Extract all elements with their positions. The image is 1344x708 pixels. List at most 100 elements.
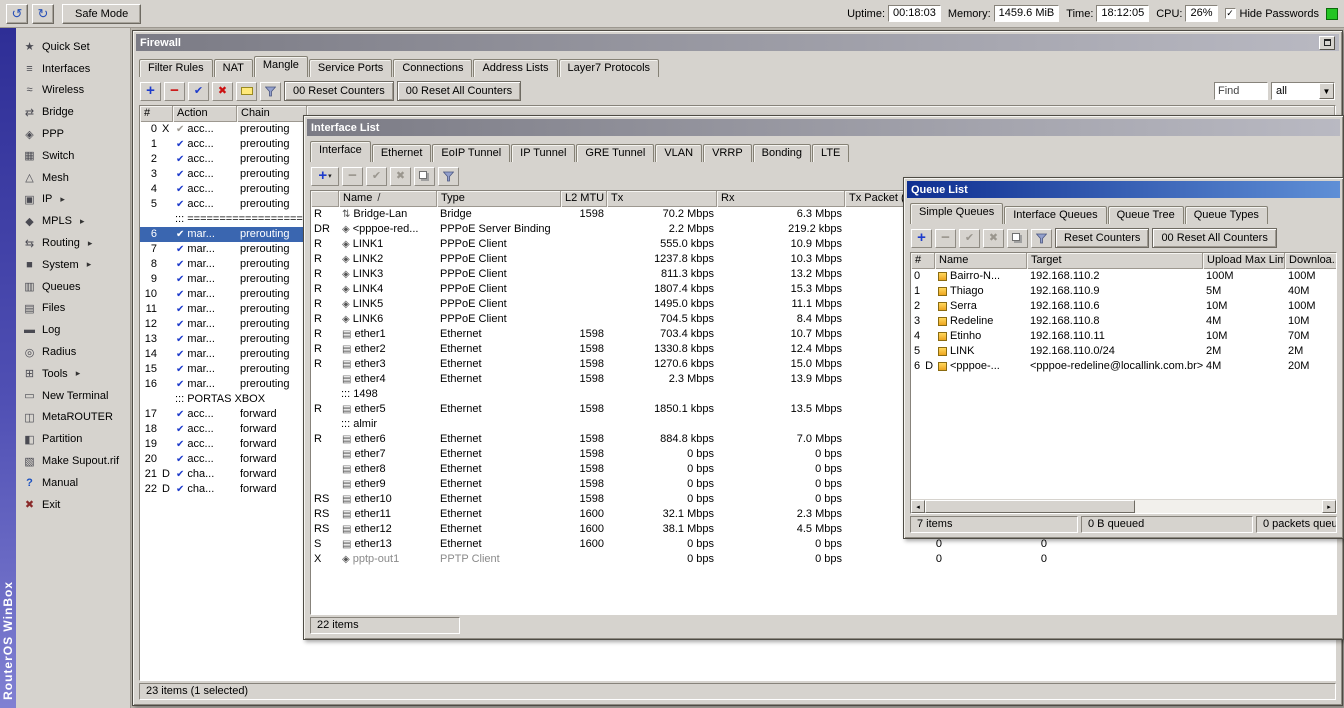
interface-tab-vlan[interactable]: VLAN bbox=[655, 144, 702, 162]
sidebar-item-ip[interactable]: ▣IP▸ bbox=[16, 189, 130, 211]
column-header-name[interactable]: Name bbox=[935, 253, 1027, 269]
sidebar-item-exit[interactable]: ✖Exit bbox=[16, 494, 130, 516]
undo-button[interactable]: ↺ bbox=[6, 4, 28, 24]
sidebar-item-log[interactable]: ▬Log bbox=[16, 319, 130, 341]
firewall-tab-service-ports[interactable]: Service Ports bbox=[309, 59, 392, 77]
sidebar-item-metarouter[interactable]: ◫MetaROUTER bbox=[16, 407, 130, 429]
interface-tab-lte[interactable]: LTE bbox=[812, 144, 849, 162]
sidebar-item-mesh[interactable]: △Mesh bbox=[16, 167, 130, 189]
queue-row[interactable]: 3Redeline192.168.110.84M10M bbox=[911, 314, 1336, 329]
sidebar-item-radius[interactable]: ◎Radius bbox=[16, 341, 130, 363]
disable-queue-button[interactable]: ✖ bbox=[983, 229, 1004, 248]
disable-interface-button[interactable]: ✖ bbox=[390, 167, 411, 186]
interface-tab-eoip-tunnel[interactable]: EoIP Tunnel bbox=[432, 144, 510, 162]
queue-reset-all-counters-button[interactable]: 00 Reset All Counters bbox=[1152, 228, 1276, 248]
interface-tab-gre-tunnel[interactable]: GRE Tunnel bbox=[576, 144, 654, 162]
firewall-tab-mangle[interactable]: Mangle bbox=[254, 56, 308, 77]
sidebar-item-new-terminal[interactable]: ▭New Terminal bbox=[16, 385, 130, 407]
sidebar-item-quick-set[interactable]: ★Quick Set bbox=[16, 36, 130, 58]
hide-passwords-checkbox[interactable]: ✓ Hide Passwords bbox=[1225, 8, 1319, 20]
queue-row[interactable]: 1Thiago192.168.110.95M40M bbox=[911, 284, 1336, 299]
comment-queue-button[interactable] bbox=[1007, 229, 1028, 248]
column-header-blank[interactable] bbox=[311, 191, 339, 207]
firewall-tab-address-lists[interactable]: Address Lists bbox=[473, 59, 557, 77]
sidebar-item-switch[interactable]: ▦Switch bbox=[16, 145, 130, 167]
interface-tab-ip-tunnel[interactable]: IP Tunnel bbox=[511, 144, 575, 162]
column-header-chain[interactable]: Chain bbox=[237, 106, 307, 122]
interface-list-titlebar[interactable]: Interface List bbox=[307, 119, 1340, 136]
comment-button[interactable] bbox=[236, 82, 257, 101]
filter-button[interactable] bbox=[260, 82, 281, 101]
add-rule-button[interactable]: + bbox=[140, 82, 161, 101]
queue-tab-queue-tree[interactable]: Queue Tree bbox=[1108, 206, 1184, 224]
filter-queues-button[interactable] bbox=[1031, 229, 1052, 248]
sidebar-item-partition[interactable]: ◧Partition bbox=[16, 428, 130, 450]
queue-reset-counters-button[interactable]: Reset Counters bbox=[1055, 228, 1149, 248]
remove-interface-button[interactable]: − bbox=[342, 167, 363, 186]
restore-button[interactable] bbox=[1319, 36, 1335, 50]
sidebar-item-ppp[interactable]: ◈PPP bbox=[16, 123, 130, 145]
comment-interface-button[interactable] bbox=[414, 167, 435, 186]
column-header-type[interactable]: Type bbox=[437, 191, 561, 207]
sidebar-item-manual[interactable]: ?Manual bbox=[16, 472, 130, 494]
remove-rule-button[interactable]: − bbox=[164, 82, 185, 101]
queue-row[interactable]: 6D<pppoe-...<pppoe-redeline@locallink.co… bbox=[911, 359, 1336, 374]
column-header-target[interactable]: Target bbox=[1027, 253, 1203, 269]
redo-button[interactable]: ↻ bbox=[32, 4, 54, 24]
column-header-blank[interactable]: # bbox=[911, 253, 935, 269]
disable-rule-button[interactable]: ✖ bbox=[212, 82, 233, 101]
queue-tab-queue-types[interactable]: Queue Types bbox=[1185, 206, 1268, 224]
column-header-tx[interactable]: Tx bbox=[607, 191, 717, 207]
enable-interface-button[interactable]: ✔ bbox=[366, 167, 387, 186]
sidebar-item-queues[interactable]: ▥Queues bbox=[16, 276, 130, 298]
find-input[interactable] bbox=[1214, 82, 1268, 100]
remove-queue-button[interactable]: − bbox=[935, 229, 956, 248]
interface-tab-interface[interactable]: Interface bbox=[310, 141, 371, 162]
scroll-right-button[interactable]: ▸ bbox=[1322, 500, 1336, 513]
interface-tab-bonding[interactable]: Bonding bbox=[753, 144, 811, 162]
column-header-upload-max-limit[interactable]: Upload Max Limit bbox=[1203, 253, 1285, 269]
column-header-downloa[interactable]: Downloa... bbox=[1285, 253, 1336, 269]
sidebar-item-files[interactable]: ▤Files bbox=[16, 298, 130, 320]
queue-row[interactable]: 4Etinho192.168.110.1110M70M bbox=[911, 329, 1336, 344]
reset-all-counters-button[interactable]: 00 Reset All Counters bbox=[397, 81, 521, 101]
chain-filter-dropdown[interactable]: all ▼ bbox=[1271, 82, 1335, 100]
scrollbar-track[interactable] bbox=[1135, 500, 1322, 513]
column-header-blank[interactable]: # bbox=[140, 106, 173, 122]
queue-row[interactable]: 0Bairro-N...192.168.110.2100M100M bbox=[911, 269, 1336, 284]
interface-row[interactable]: S▤ether13Ethernet16000 bps0 bps00 bbox=[311, 537, 1336, 552]
sidebar-item-wireless[interactable]: ≈Wireless bbox=[16, 80, 130, 102]
safe-mode-button[interactable]: Safe Mode bbox=[62, 4, 141, 24]
queue-row[interactable]: 5LINK192.168.110.0/242M2M bbox=[911, 344, 1336, 359]
firewall-tab-connections[interactable]: Connections bbox=[393, 59, 472, 77]
firewall-tab-nat[interactable]: NAT bbox=[214, 59, 253, 77]
sidebar-item-system[interactable]: ■System▸ bbox=[16, 254, 130, 276]
enable-rule-button[interactable]: ✔ bbox=[188, 82, 209, 101]
queue-tab-interface-queues[interactable]: Interface Queues bbox=[1004, 206, 1106, 224]
firewall-titlebar[interactable]: Firewall bbox=[136, 34, 1339, 51]
scroll-left-button[interactable]: ◂ bbox=[911, 500, 925, 513]
queue-list-titlebar[interactable]: Queue List bbox=[907, 181, 1340, 198]
add-queue-button[interactable]: + bbox=[911, 229, 932, 248]
add-interface-button[interactable]: +▾ bbox=[311, 167, 339, 186]
interface-tab-vrrp[interactable]: VRRP bbox=[703, 144, 752, 162]
column-header-rx[interactable]: Rx bbox=[717, 191, 845, 207]
sidebar-item-tools[interactable]: ⊞Tools▸ bbox=[16, 363, 130, 385]
interface-tab-ethernet[interactable]: Ethernet bbox=[372, 144, 432, 162]
firewall-tab-filter-rules[interactable]: Filter Rules bbox=[139, 59, 213, 77]
interface-row[interactable]: X◈pptp-out1PPTP Client0 bps0 bps00 bbox=[311, 552, 1336, 567]
filter-interfaces-button[interactable] bbox=[438, 167, 459, 186]
queue-tab-simple-queues[interactable]: Simple Queues bbox=[910, 203, 1003, 224]
queue-horizontal-scrollbar[interactable]: ◂ ▸ bbox=[911, 499, 1336, 513]
enable-queue-button[interactable]: ✔ bbox=[959, 229, 980, 248]
column-header-name[interactable]: Name/ bbox=[339, 191, 437, 207]
sidebar-item-routing[interactable]: ⇆Routing▸ bbox=[16, 232, 130, 254]
firewall-tab-layer7-protocols[interactable]: Layer7 Protocols bbox=[559, 59, 660, 77]
queue-row[interactable]: 2Serra192.168.110.610M100M bbox=[911, 299, 1336, 314]
sidebar-item-mpls[interactable]: ◆MPLS▸ bbox=[16, 210, 130, 232]
reset-counters-button[interactable]: 00 Reset Counters bbox=[284, 81, 394, 101]
column-header-action[interactable]: Action bbox=[173, 106, 237, 122]
sidebar-item-bridge[interactable]: ⇄Bridge bbox=[16, 101, 130, 123]
scrollbar-thumb[interactable] bbox=[925, 500, 1135, 513]
sidebar-item-interfaces[interactable]: ≡Interfaces bbox=[16, 58, 130, 80]
